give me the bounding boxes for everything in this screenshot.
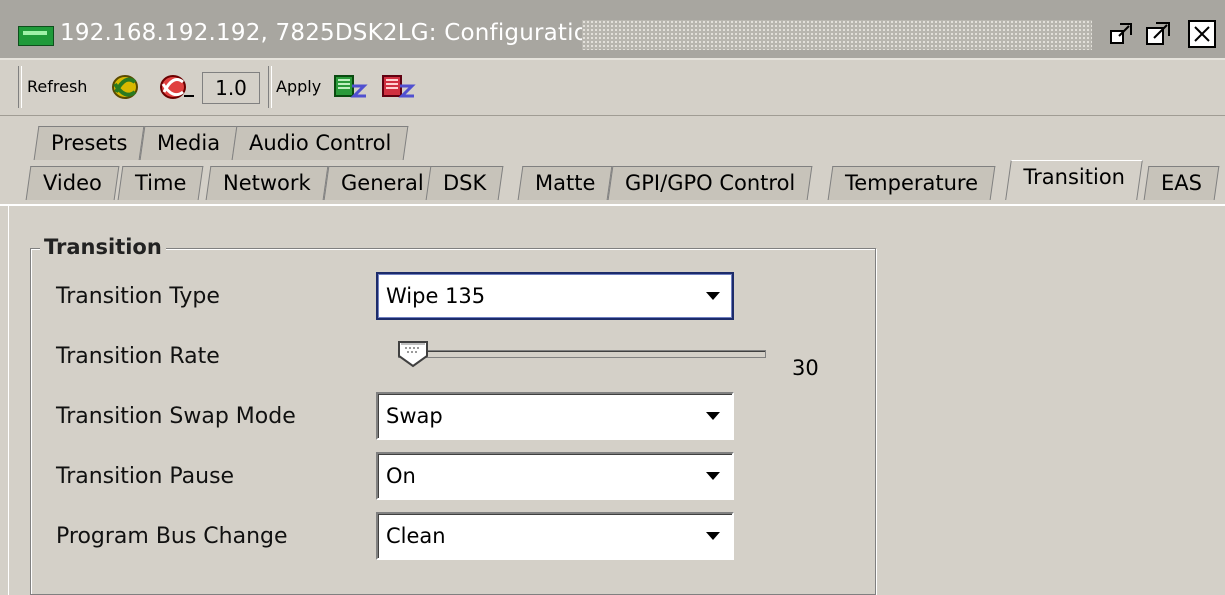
network-card-icon [18, 26, 54, 46]
tab-media[interactable]: Media [139, 126, 238, 160]
title-bar-grip[interactable] [582, 20, 1092, 50]
tab-temperature[interactable]: Temperature [827, 166, 996, 200]
transition-swap-mode-label: Transition Swap Mode [56, 404, 296, 429]
chevron-down-icon [706, 532, 720, 540]
transition-swap-mode-select[interactable]: Swap [376, 392, 734, 440]
tab-gpi-gpo-control[interactable]: GPI/GPO Control [607, 166, 813, 200]
transition-type-label: Transition Type [56, 284, 220, 309]
transition-pause-label: Transition Pause [56, 464, 235, 489]
close-icon[interactable] [1188, 20, 1216, 48]
slider-thumb[interactable] [396, 340, 430, 368]
apply-button[interactable]: Apply [276, 77, 321, 96]
transition-rate-slider[interactable] [398, 350, 766, 358]
tab-general[interactable]: General [323, 166, 442, 200]
refresh-all-icon[interactable] [156, 72, 194, 102]
tab-video[interactable]: Video [25, 166, 120, 200]
tab-network[interactable]: Network [205, 166, 329, 200]
tab-presets[interactable]: Presets [33, 126, 145, 160]
transition-type-select[interactable]: Wipe 135 [376, 272, 734, 320]
chevron-down-icon [706, 472, 720, 480]
tab-dsk[interactable]: DSK [425, 166, 504, 200]
window-title: 192.168.192.192, 7825DSK2LG: Configurati… [60, 20, 603, 46]
transition-type-value: Wipe 135 [386, 284, 486, 308]
program-bus-change-select[interactable]: Clean [376, 512, 734, 560]
transition-pause-select[interactable]: On [376, 452, 734, 500]
transition-swap-mode-value: Swap [386, 404, 443, 428]
apply-icon[interactable] [332, 72, 368, 102]
transition-rate-value: 30 [792, 356, 819, 380]
tab-eas[interactable]: EAS [1143, 166, 1220, 200]
tab-matte[interactable]: Matte [517, 166, 613, 200]
version-field[interactable]: 1.0 [202, 72, 260, 104]
title-bar: 192.168.192.192, 7825DSK2LG: Configurati… [0, 0, 1225, 60]
transition-rate-label: Transition Rate [56, 344, 220, 369]
refresh-button[interactable]: Refresh [27, 77, 87, 96]
chevron-down-icon [706, 412, 720, 420]
program-bus-change-label: Program Bus Change [56, 524, 288, 549]
chevron-down-icon [706, 292, 720, 300]
maximize-icon[interactable] [1144, 20, 1172, 48]
toolbar-separator [268, 66, 272, 108]
transition-pause-value: On [386, 464, 416, 488]
refresh-icon[interactable] [108, 72, 142, 102]
tab-transition[interactable]: Transition [1005, 160, 1143, 200]
undock-icon[interactable] [1108, 20, 1136, 48]
tab-strip: Presets Media Audio Control Video Time N… [0, 116, 1225, 206]
toolbar: Refresh 1.0 Apply [0, 60, 1225, 116]
tab-time[interactable]: Time [117, 166, 204, 200]
toolbar-separator [18, 66, 22, 108]
tab-audio-control[interactable]: Audio Control [231, 126, 409, 160]
group-title: Transition [40, 235, 166, 259]
program-bus-change-value: Clean [386, 524, 446, 548]
apply-all-icon[interactable] [380, 72, 416, 102]
